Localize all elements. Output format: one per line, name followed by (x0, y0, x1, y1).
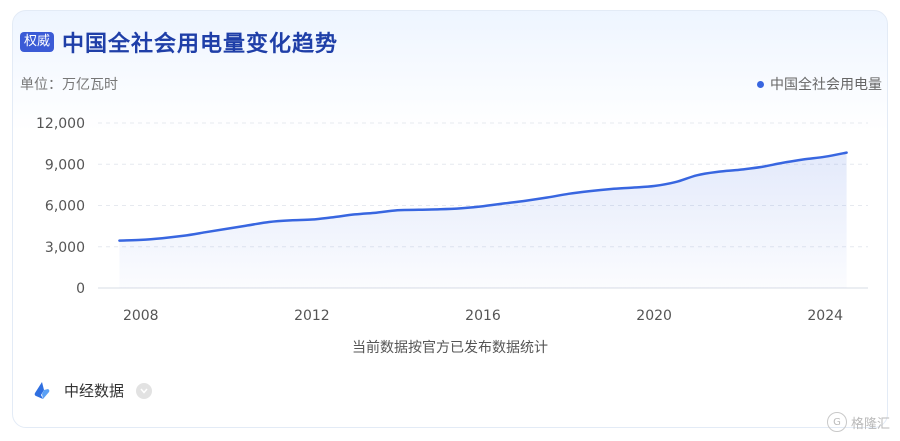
x-tick-label: 2016 (465, 308, 501, 324)
y-axis: 0 3,000 6,000 9,000 12,000 (36, 116, 85, 297)
y-tick-label: 12,000 (36, 116, 85, 132)
line-chart[interactable]: 03,0006,0009,00012,000 2008 2012 2016 2020 2… (0, 0, 900, 330)
source-logo-icon (34, 381, 50, 399)
watermark-label: 格隆汇 (850, 416, 890, 432)
x-tick-label: 2020 (636, 308, 672, 324)
x-tick-label: 2012 (294, 308, 330, 324)
x-tick-label: 2024 (807, 308, 843, 324)
watermark-logo-icon: G (826, 412, 847, 432)
y-tick-label: 6,000 (45, 199, 85, 215)
data-footnote: 当前数据按官方已发布数据统计 (352, 340, 548, 356)
watermark: G 格隆汇 (826, 412, 890, 432)
y-tick-label: 9,000 (45, 157, 85, 173)
x-axis: 2008 2012 2016 2020 2024 (123, 308, 843, 324)
x-tick-label: 2008 (123, 308, 159, 324)
data-source[interactable]: 中经数据 (32, 380, 153, 401)
chevron-down-icon[interactable] (136, 382, 153, 399)
y-tick-label: 0 (76, 281, 85, 297)
y-tick-label: 3,000 (45, 240, 85, 256)
source-label: 中经数据 (64, 382, 125, 400)
series-area (119, 152, 847, 288)
